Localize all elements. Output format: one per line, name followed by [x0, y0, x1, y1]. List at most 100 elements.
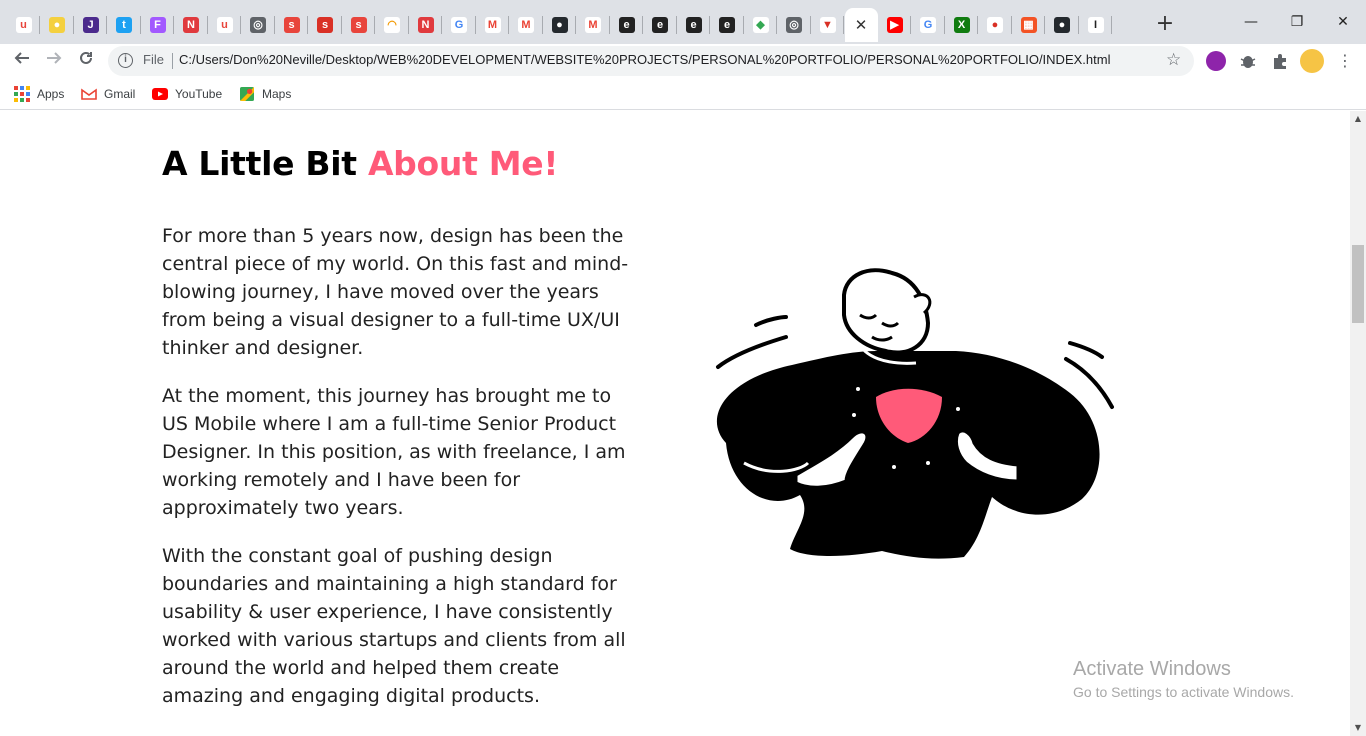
- tab[interactable]: ●: [41, 8, 74, 42]
- about-paragraph-3: With the constant goal of pushing design…: [162, 545, 626, 707]
- red-circle-icon: s: [350, 17, 367, 33]
- youtube-icon: [152, 88, 168, 100]
- twitter-icon: t: [116, 17, 132, 33]
- tab[interactable]: e: [610, 8, 643, 42]
- tab[interactable]: s: [342, 8, 375, 42]
- u-brand-icon: u: [216, 17, 233, 33]
- tab[interactable]: N: [409, 8, 442, 42]
- tab[interactable]: ◠: [376, 8, 409, 42]
- new-tab-button[interactable]: +: [1152, 12, 1178, 38]
- bookmark-apps[interactable]: Apps: [14, 84, 64, 104]
- n-brand-icon: N: [183, 17, 199, 33]
- reload-button[interactable]: [73, 48, 99, 74]
- red-circle-icon: s: [317, 17, 333, 33]
- menu-kebab-icon[interactable]: ⋮: [1332, 48, 1358, 74]
- about-paragraph-2: At the moment, this journey has brought …: [162, 385, 626, 519]
- youtube-icon: ▶: [886, 17, 903, 33]
- title-accent: About Me!: [367, 144, 559, 183]
- tab[interactable]: G: [443, 8, 476, 42]
- diamond-icon: ◆: [752, 17, 769, 33]
- tab-active[interactable]: ✕: [844, 8, 878, 42]
- tab[interactable]: M: [476, 8, 509, 42]
- chimp-icon: e: [652, 17, 668, 33]
- tab[interactable]: G: [912, 8, 945, 42]
- info-icon[interactable]: i: [118, 53, 133, 68]
- profile-avatar[interactable]: [1300, 49, 1324, 73]
- n-brand-icon: N: [417, 17, 434, 33]
- bookmark-gmail[interactable]: Gmail: [81, 84, 135, 104]
- tab[interactable]: M: [510, 8, 543, 42]
- title-main: A Little Bit: [162, 144, 368, 183]
- chimp-icon: e: [719, 17, 735, 33]
- activation-watermark-subtitle: Go to Settings to activate Windows.: [1073, 684, 1294, 700]
- back-button[interactable]: [9, 48, 35, 74]
- github-icon: ●: [551, 17, 568, 33]
- chimp-icon: e: [685, 17, 702, 33]
- gmail-icon: M: [518, 17, 534, 33]
- tab[interactable]: J: [74, 8, 107, 42]
- tab[interactable]: u: [208, 8, 241, 42]
- scroll-down-arrow-icon[interactable]: ▼: [1350, 720, 1366, 736]
- apps-grid-icon: [14, 86, 30, 102]
- close-window-button[interactable]: ✕: [1320, 10, 1366, 34]
- tab[interactable]: ●: [979, 8, 1012, 42]
- tab[interactable]: e: [677, 8, 710, 42]
- tab[interactable]: N: [175, 8, 208, 42]
- tab[interactable]: ●: [1046, 8, 1079, 42]
- google-icon: G: [451, 17, 467, 33]
- bookmark-maps[interactable]: Maps: [239, 84, 291, 104]
- tab[interactable]: s: [309, 8, 342, 42]
- tab[interactable]: ◎: [778, 8, 811, 42]
- globe-icon: ◎: [786, 17, 802, 33]
- tab-separator: [1111, 16, 1112, 34]
- google-icon: G: [920, 17, 936, 33]
- gmail-icon: M: [585, 17, 601, 33]
- close-tab-icon[interactable]: ✕: [855, 16, 868, 34]
- tab[interactable]: e: [711, 8, 744, 42]
- red-circle-icon: s: [283, 17, 300, 33]
- restore-button[interactable]: ❐: [1274, 10, 1320, 34]
- tab[interactable]: t: [108, 8, 141, 42]
- gmail-icon: M: [484, 17, 501, 33]
- forward-button[interactable]: [41, 48, 67, 74]
- bug-icon[interactable]: [1238, 51, 1258, 71]
- hex-brand-icon: J: [82, 17, 99, 33]
- browser-toolbar: i File C:/Users/Don%20Neville/Desktop/WE…: [0, 44, 1366, 78]
- minimize-button[interactable]: —: [1228, 10, 1274, 34]
- bookmark-label: Gmail: [104, 87, 136, 101]
- globe-icon: ◎: [250, 17, 266, 33]
- maps-icon: [240, 87, 254, 101]
- scroll-thumb[interactable]: [1352, 245, 1364, 323]
- tab[interactable]: F: [141, 8, 174, 42]
- bookmark-star-icon[interactable]: ☆: [1166, 50, 1181, 70]
- tab[interactable]: M: [577, 8, 610, 42]
- figma-icon: F: [149, 17, 166, 33]
- bookmark-youtube[interactable]: YouTube: [152, 84, 222, 104]
- tab[interactable]: ▶: [878, 8, 911, 42]
- scheme-label: File: [143, 52, 164, 67]
- gmail-icon: [81, 88, 97, 100]
- extensions-puzzle-icon[interactable]: [1270, 51, 1290, 71]
- github-icon: ●: [1054, 17, 1070, 33]
- address-bar[interactable]: i File C:/Users/Don%20Neville/Desktop/WE…: [108, 46, 1194, 76]
- tab[interactable]: ▦: [1012, 8, 1045, 42]
- tab[interactable]: u: [7, 8, 40, 42]
- page-viewport: A Little Bit About Me! For more than 5 y…: [0, 111, 1350, 736]
- vertical-scrollbar[interactable]: ▲ ▼: [1350, 111, 1366, 736]
- tab[interactable]: ▼: [811, 8, 844, 42]
- heart-character-illustration: [716, 268, 1114, 559]
- tab[interactable]: ◆: [744, 8, 777, 42]
- tab[interactable]: ●: [543, 8, 576, 42]
- tab[interactable]: ◎: [242, 8, 275, 42]
- tab[interactable]: X: [945, 8, 978, 42]
- url-text[interactable]: C:/Users/Don%20Neville/Desktop/WEB%20DEV…: [179, 52, 1110, 67]
- tab[interactable]: s: [275, 8, 308, 42]
- scroll-up-arrow-icon[interactable]: ▲: [1350, 111, 1366, 127]
- tab-separator: [843, 16, 844, 34]
- tab[interactable]: e: [644, 8, 677, 42]
- cursor-icon: I: [1087, 17, 1104, 33]
- tab[interactable]: I: [1079, 8, 1112, 42]
- extension-purple-icon[interactable]: [1206, 51, 1226, 71]
- bookmark-label: Apps: [37, 87, 65, 101]
- bookmark-label: Maps: [262, 87, 292, 101]
